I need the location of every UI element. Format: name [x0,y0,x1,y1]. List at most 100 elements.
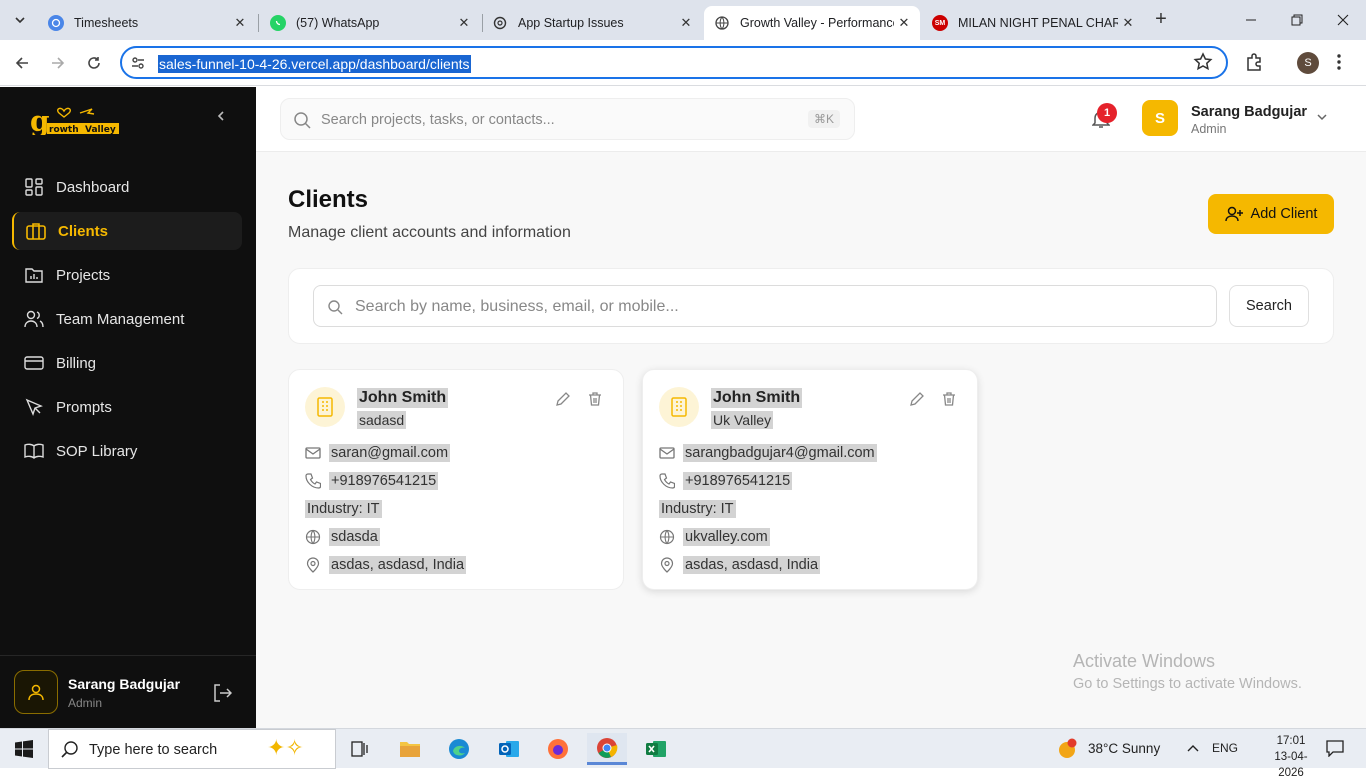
language-indicator[interactable]: ENG [1212,741,1238,755]
header-avatar[interactable]: S [1142,100,1178,136]
sidebar-item-clients[interactable]: Clients [12,212,242,250]
tab-timesheets[interactable]: Timesheets ✕ [38,6,256,40]
close-tab-icon[interactable]: ✕ [894,13,914,33]
sidebar-item-label: Prompts [56,398,112,416]
add-client-label: Add Client [1250,206,1318,222]
growth-valley-logo[interactable]: g rowth Valley [30,101,122,135]
client-industry: Industry: IT [659,500,736,518]
client-address-row: asdas, asdasd, India [659,554,821,576]
sidebar-item-dashboard[interactable]: Dashboard [12,168,242,206]
search-button[interactable]: Search [1229,285,1309,327]
client-website-row: ukvalley.com [659,526,770,548]
extensions-icon[interactable] [1244,52,1264,72]
client-industry: Industry: IT [305,500,382,518]
mail-icon [659,445,675,461]
client-name[interactable]: John Smith [711,388,803,408]
client-name[interactable]: John Smith [357,388,449,408]
users-icon [24,309,44,329]
client-search-input[interactable]: Search by name, business, email, or mobi… [313,285,1217,327]
taskbar-search-placeholder: Type here to search [89,742,218,758]
file-explorer-icon[interactable] [390,733,430,765]
client-email[interactable]: saran@gmail.com [329,444,451,462]
forward-icon[interactable] [46,51,70,75]
building-icon [305,387,345,427]
sm-favicon: SM [932,15,948,31]
chevron-up-icon[interactable] [1187,743,1199,753]
global-search-input[interactable]: Search projects, tasks, or contacts... ⌘… [280,98,855,140]
task-view-icon[interactable] [340,733,380,765]
building-icon [659,387,699,427]
sidebar-item-billing[interactable]: Billing [12,344,242,382]
chrome-icon[interactable] [587,733,627,765]
phone-icon [305,473,321,489]
sidebar-item-projects[interactable]: Projects [12,256,242,294]
chatgpt-favicon [492,15,508,31]
add-client-button[interactable]: Add Client [1208,194,1334,234]
globe-icon [305,529,321,545]
outlook-icon[interactable] [489,733,529,765]
client-card: John Smith Uk Valley sarangbadgujar4@gma… [642,369,978,590]
close-tab-icon[interactable]: ✕ [676,13,696,33]
tab-milan-night[interactable]: SM MILAN NIGHT PENAL CHART ✕ [922,6,1144,40]
excel-icon[interactable] [636,733,676,765]
taskbar-clock[interactable]: 17:01 13-04-2026 [1266,733,1316,781]
svg-text:Valley: Valley [85,125,116,135]
notification-center-icon[interactable] [1326,739,1344,757]
activate-windows-title: Activate Windows [1073,651,1216,671]
restore-icon[interactable] [1274,0,1320,40]
client-website[interactable]: ukvalley.com [683,528,770,546]
reload-icon[interactable] [82,51,106,75]
client-business: sadasd [357,411,407,429]
client-phone[interactable]: +918976541215 [683,472,793,490]
sidebar-item-sop-library[interactable]: SOP Library [12,432,242,470]
delete-trash-icon[interactable] [587,391,603,407]
delete-trash-icon[interactable] [941,391,957,407]
client-email[interactable]: sarangbadgujar4@gmail.com [683,444,877,462]
tab-growth-valley[interactable]: Growth Valley - Performance ✕ [704,6,920,40]
windows-start-icon[interactable] [0,729,48,769]
url-text[interactable]: sales-funnel-10-4-26.vercel.app/dashboar… [158,55,471,73]
tab-whatsapp[interactable]: (57) WhatsApp ✕ [260,6,480,40]
client-business: Uk Valley [711,411,774,429]
sidebar-user: Sarang Badgujar Admin [0,655,256,728]
address-bar[interactable]: sales-funnel-10-4-26.vercel.app/dashboar… [120,46,1228,79]
map-pin-icon [305,557,321,573]
add-user-icon [1224,206,1243,222]
sidebar-item-prompts[interactable]: Prompts [12,388,242,426]
close-tab-icon[interactable]: ✕ [230,13,250,33]
edit-pencil-icon[interactable] [555,391,571,407]
site-info-icon[interactable] [130,55,146,71]
user-avatar-icon [14,670,58,714]
close-tab-icon[interactable]: ✕ [1118,13,1138,33]
sidebar-item-team-management[interactable]: Team Management [12,300,242,338]
tab-app-startup-issues[interactable]: App Startup Issues ✕ [482,6,702,40]
client-email-row: sarangbadgujar4@gmail.com [659,442,877,464]
edit-pencil-icon[interactable] [909,391,925,407]
search-icon [61,741,79,759]
back-icon[interactable] [10,51,34,75]
taskbar-search-input[interactable]: Type here to search ✦✧ [48,729,336,769]
client-phone[interactable]: +918976541215 [329,472,439,490]
close-tab-icon[interactable]: ✕ [454,13,474,33]
bookmark-star-icon[interactable] [1192,51,1214,73]
svg-text:g: g [30,105,50,135]
weather-text[interactable]: 38°C Sunny [1088,741,1160,756]
firefox-icon[interactable] [538,733,578,765]
logout-icon[interactable] [212,684,232,702]
browser-menu-icon[interactable] [1336,53,1342,71]
weather-icon[interactable] [1056,738,1078,760]
tab-search-chevron-icon[interactable] [8,8,32,32]
close-window-icon[interactable] [1320,0,1366,40]
client-website[interactable]: sdasda [329,528,380,546]
header-user-name[interactable]: Sarang Badgujar [1191,104,1307,120]
notification-count-badge: 1 [1097,103,1117,123]
profile-avatar[interactable]: S [1297,52,1319,74]
search-shortcut: ⌘K [807,110,840,128]
edge-icon[interactable] [439,733,479,765]
collapse-sidebar-chevron-icon[interactable] [214,109,228,123]
globe-icon [659,529,675,545]
new-tab-icon[interactable]: + [1150,8,1172,30]
user-menu-chevron-icon[interactable] [1316,111,1328,123]
timesheets-favicon [48,15,64,31]
minimize-icon[interactable] [1228,0,1274,40]
